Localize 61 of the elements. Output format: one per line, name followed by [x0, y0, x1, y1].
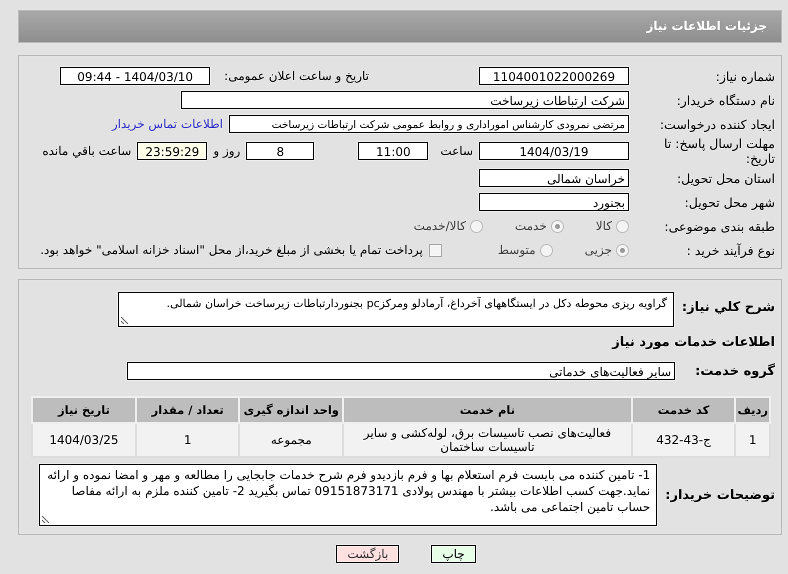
table-cell: 1404/03/25	[32, 423, 136, 457]
column-header: کد خدمت	[632, 397, 736, 423]
option-label: متوسط	[498, 243, 536, 257]
section-heading: اطلاعات خدمات مورد نياز	[610, 335, 775, 350]
radio-button[interactable]	[616, 244, 629, 256]
deadline-date-field: 1404/03/19	[479, 142, 629, 160]
buyer-org-field: شرکت ارتباطات زیرساخت	[181, 91, 629, 109]
need-number-field: 1104001022000269	[479, 67, 629, 85]
field-label: ساعت	[440, 144, 473, 158]
print-button[interactable]: چاپ	[431, 545, 476, 563]
resize-grip-icon[interactable]	[120, 316, 129, 324]
option-label: کالا/خدمت	[414, 219, 466, 233]
field-label: روز و	[213, 144, 240, 158]
checkbox[interactable]	[428, 244, 442, 256]
column-header: نام خدمت	[343, 397, 632, 423]
page-title: جزئیات اطلاعات نیاز	[18, 10, 782, 43]
payment-note: پرداخت تمام یا بخشی از مبلغ خرید،از محل "اسناد خزانه اسلامی" خواهد بود.	[40, 243, 423, 257]
column-header: تاریخ نیاز	[32, 397, 136, 423]
radio-button[interactable]	[616, 220, 629, 232]
field-label: توضیحات خریدار:	[665, 488, 775, 502]
field-label: نوع فرآیند خرید :	[686, 242, 775, 258]
column-header: واحد اندازه گیری	[239, 397, 344, 423]
radio-button[interactable]	[550, 220, 564, 232]
table-cell: 1	[735, 423, 770, 457]
description-field[interactable]: گراویه ریزی محوطه دکل در ایستگاههای آخرداغ، آرمادلو ومرکزpc بجنوردارتباطات زیرساخت خراسان شمالی.	[118, 292, 674, 327]
radio-button[interactable]	[470, 220, 483, 232]
option-label: کالا	[596, 219, 612, 233]
deadline-time-field: 11:00	[358, 142, 428, 160]
field-label: نام دستگاه خریدار:	[676, 92, 775, 108]
table-cell: 1	[136, 423, 240, 457]
buyer-notes-text: 1- تامین کننده می بایست فرم استعلام بها و فرم بازدیدو فرم شرح خدمات جابجایی را مطالعه و مهر و امضا نموده و ارائه نماید.جهت کسب اطلاعات بیشتر با مهندس پولادی 09151873171 تماس بگیرید 2- تامین کننده ملزم به ارائه مفاصا حساب تامین اجتماعی می باشد.	[47, 468, 650, 514]
field-label: طبقه بندی موضوعی:	[663, 218, 775, 234]
field-label: تاریخ و ساعت اعلان عمومی:	[224, 69, 369, 83]
field-label: شرح کلي نياز:	[682, 300, 775, 315]
field-label: ایجاد کننده درخواست:	[658, 116, 775, 132]
column-header: تعداد / مقدار	[136, 397, 240, 423]
description-text: گراویه ریزی محوطه دکل در ایستگاههای آخرداغ، آرمادلو ومرکزpc بجنوردارتباطات زیرساخت خراسان شمالی.	[166, 297, 667, 310]
buyer-contact-link[interactable]: اطلاعات تماس خریدار	[112, 117, 223, 131]
field-label: ساعت باقي مانده	[42, 144, 132, 158]
field-label: استان محل تحویل:	[676, 170, 775, 186]
option-label: جزیی	[584, 243, 612, 257]
remaining-time-field: 23:59:29	[137, 142, 208, 160]
service-group-field: سایر فعالیت‌های خدماتی	[127, 362, 676, 380]
column-header: ردیف	[735, 397, 770, 423]
radio-button[interactable]	[540, 244, 553, 256]
table-cell: فعالیت‌های نصب تاسیسات برق، لوله‌کشی و سایر تاسیسات ساختمان	[343, 423, 632, 457]
province-field: خراسان شمالی	[479, 169, 629, 187]
days-field: 8	[246, 142, 314, 160]
back-button[interactable]: بازگشت	[336, 545, 400, 563]
option-label: خدمت	[514, 219, 547, 233]
field-label: شماره نیاز:	[714, 68, 775, 84]
buyer-notes-field[interactable]	[39, 464, 658, 526]
table-cell: مجموعه	[239, 423, 344, 457]
resize-grip-icon[interactable]	[42, 515, 50, 523]
field-label: مهلت ارسال پاسخ: تا تاریخ:	[663, 136, 775, 166]
city-field: بجنورد	[479, 193, 629, 211]
table-cell: ج-43-432	[632, 423, 736, 457]
field-label: گروه خدمت:	[695, 364, 775, 378]
field-label: شهر محل تحویل:	[684, 194, 775, 210]
announce-date-field: 1404/03/10 - 09:44	[60, 67, 210, 85]
requester-field: مرتضی نمرودی کارشناس اموراداری و روابط عمومی شرکت ارتباطات زیرساخت	[229, 115, 629, 133]
